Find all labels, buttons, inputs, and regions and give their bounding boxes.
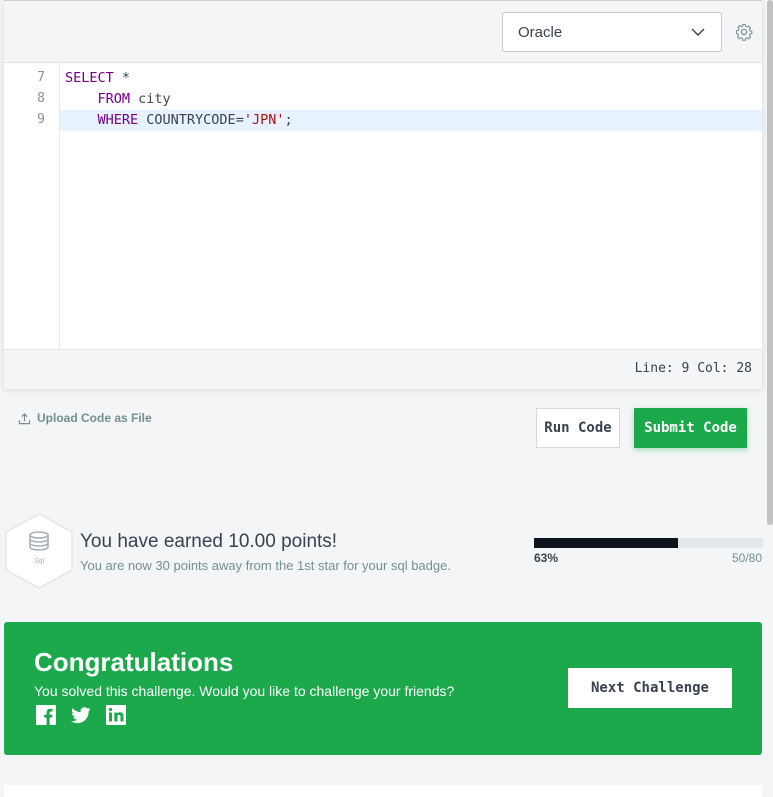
line-number: 9 xyxy=(37,112,45,127)
points-subtitle: You are now 30 points away from the 1st … xyxy=(80,558,451,573)
language-select-value: Oracle xyxy=(518,23,563,41)
congratulations-banner: Congratulations You solved this challeng… xyxy=(4,622,762,755)
code-area[interactable]: SELECT * FROM city WHERE COUNTRYCODE='JP… xyxy=(60,63,762,349)
code-token: COUNTRYCODE= xyxy=(138,112,244,128)
language-select[interactable]: Oracle xyxy=(502,12,722,52)
line-number: 8 xyxy=(37,91,45,106)
line-number-gutter: 7 8 9 xyxy=(4,63,60,349)
twitter-icon[interactable] xyxy=(71,705,91,725)
submit-code-button[interactable]: Submit Code xyxy=(634,408,747,448)
progress-fill xyxy=(534,538,679,548)
code-line[interactable]: FROM city xyxy=(60,89,762,110)
lower-panel xyxy=(4,785,762,797)
congrats-message: You solved this challenge. Would you lik… xyxy=(34,683,455,699)
chevron-down-icon xyxy=(691,28,705,36)
congrats-title: Congratulations xyxy=(34,647,234,677)
code-line[interactable]: SELECT * xyxy=(60,68,762,89)
editor-toolbar: Oracle xyxy=(4,1,762,63)
upload-icon xyxy=(18,412,31,424)
code-token: * xyxy=(113,70,131,86)
upload-code-label: Upload Code as File xyxy=(37,411,152,425)
code-token: ; xyxy=(284,112,293,128)
progress-percent: 63% xyxy=(534,551,559,565)
sql-keyword: SELECT xyxy=(65,70,114,86)
upload-code-link[interactable]: Upload Code as File xyxy=(18,411,152,425)
sql-badge: Sql xyxy=(5,513,73,589)
editor-status-bar: Line: 9 Col: 28 xyxy=(4,349,762,389)
badge-progress-bar xyxy=(534,538,763,548)
points-earned-title: You have earned 10.00 points! xyxy=(80,531,338,552)
next-challenge-button[interactable]: Next Challenge xyxy=(568,668,732,708)
page-scrollbar[interactable] xyxy=(767,0,773,525)
cursor-position: Line: 9 Col: 28 xyxy=(634,361,752,376)
sql-keyword: WHERE xyxy=(97,112,139,128)
sql-keyword: FROM xyxy=(97,91,131,107)
line-number: 7 xyxy=(37,70,45,85)
badge-label: Sql xyxy=(34,558,45,565)
linkedin-icon[interactable] xyxy=(106,705,126,725)
code-line[interactable]: WHERE COUNTRYCODE='JPN'; xyxy=(60,110,762,131)
sql-string: 'JPN' xyxy=(243,112,285,128)
run-code-button[interactable]: Run Code xyxy=(536,408,620,448)
code-editor: Oracle 7 8 9 SELECT * FROM city WHERE COUN… xyxy=(4,0,762,389)
code-token: city xyxy=(130,91,171,107)
progress-ratio: 50/80 xyxy=(731,551,762,565)
social-share xyxy=(36,705,126,725)
gear-icon[interactable] xyxy=(735,23,753,41)
facebook-icon[interactable] xyxy=(36,705,56,725)
